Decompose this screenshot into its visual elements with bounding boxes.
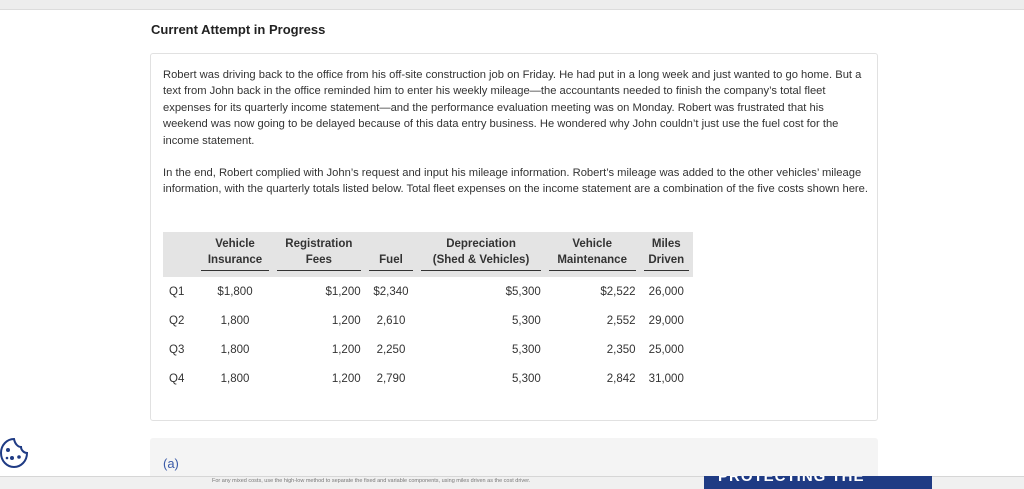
problem-paragraph-1: Robert was driving back to the office fr… bbox=[163, 69, 862, 147]
table-header-row: Vehicle Insurance Registration Fees Fuel D… bbox=[163, 232, 693, 277]
cell-maintenance: 2,842 bbox=[606, 372, 636, 385]
cost-table: Vehicle Insurance Registration Fees Fuel D… bbox=[163, 232, 693, 393]
header-text: Depreciation bbox=[446, 238, 516, 250]
header-text: Driven bbox=[648, 254, 685, 266]
cell-registration: 1,200 bbox=[331, 372, 361, 385]
header-depreciation: Depreciation (Shed & Vehicles) bbox=[417, 232, 544, 277]
problem-paragraph-2: In the end, Robert complied with John’s … bbox=[163, 167, 868, 196]
cell-depreciation: $5,300 bbox=[505, 285, 541, 298]
header-vehicle-insurance: Vehicle Insurance bbox=[197, 232, 273, 277]
row-label: Q1 bbox=[169, 285, 185, 298]
header-registration-fees: Registration Fees bbox=[273, 232, 365, 277]
header-text: Registration bbox=[285, 238, 353, 250]
cell-fuel: 2,790 bbox=[376, 372, 406, 385]
top-bar bbox=[0, 0, 1024, 10]
cell-insurance: 1,800 bbox=[220, 343, 250, 356]
cell-depreciation: 5,300 bbox=[512, 343, 541, 356]
table-row: Q4 1,800 1,200 2,790 5,300 2,842 31,000 bbox=[163, 364, 693, 393]
table-row: Q3 1,800 1,200 2,250 5,300 2,350 25,000 bbox=[163, 335, 693, 364]
banner-text: PROTECTING THE bbox=[718, 476, 865, 485]
row-label: Q2 bbox=[169, 314, 185, 327]
header-fuel: Fuel bbox=[365, 232, 418, 277]
cell-depreciation: 5,300 bbox=[512, 372, 541, 385]
header-text: Vehicle bbox=[572, 238, 612, 250]
cell-fuel: 2,250 bbox=[376, 343, 406, 356]
cell-maintenance: $2,522 bbox=[600, 285, 636, 298]
promo-banner[interactable]: PROTECTING THE bbox=[704, 476, 932, 489]
table-row: Q1 $1,800 $1,200 $2,340 $5,300 $2,522 26… bbox=[163, 277, 693, 306]
instruction-note: For any mixed costs, use the high-low me… bbox=[212, 478, 531, 484]
problem-card: Robert was driving back to the office fr… bbox=[150, 53, 878, 421]
page-title: Current Attempt in Progress bbox=[151, 22, 326, 37]
header-corner bbox=[163, 232, 197, 277]
cell-maintenance: 2,350 bbox=[606, 343, 636, 356]
header-text: Insurance bbox=[207, 254, 263, 266]
header-miles-driven: Miles Driven bbox=[640, 232, 693, 277]
cell-registration: 1,200 bbox=[331, 343, 361, 356]
header-text: Maintenance bbox=[557, 254, 627, 266]
cell-registration: 1,200 bbox=[331, 314, 361, 327]
cell-fuel: 2,610 bbox=[376, 314, 406, 327]
header-text: (Shed & Vehicles) bbox=[432, 254, 530, 266]
cell-miles: 29,000 bbox=[648, 314, 684, 327]
header-text: Fees bbox=[305, 254, 332, 266]
cell-registration: $1,200 bbox=[325, 285, 361, 298]
header-vehicle-maintenance: Vehicle Maintenance bbox=[545, 232, 640, 277]
cookie-settings-button[interactable] bbox=[0, 436, 29, 470]
cell-depreciation: 5,300 bbox=[512, 314, 541, 327]
cell-insurance: 1,800 bbox=[220, 372, 250, 385]
header-text: Miles bbox=[651, 238, 681, 250]
cell-miles: 31,000 bbox=[648, 372, 684, 385]
cell-insurance: $1,800 bbox=[217, 285, 253, 298]
header-text: Fuel bbox=[379, 254, 403, 266]
cell-fuel: $2,340 bbox=[373, 285, 409, 298]
cell-miles: 25,000 bbox=[648, 343, 684, 356]
cell-miles: 26,000 bbox=[648, 285, 684, 298]
cell-maintenance: 2,552 bbox=[606, 314, 636, 327]
cookie-icon bbox=[0, 437, 29, 469]
row-label: Q4 bbox=[169, 372, 185, 385]
row-label: Q3 bbox=[169, 343, 185, 356]
part-a-label: (a) bbox=[163, 456, 179, 471]
table-row: Q2 1,800 1,200 2,610 5,300 2,552 29,000 bbox=[163, 306, 693, 335]
cell-insurance: 1,800 bbox=[220, 314, 250, 327]
header-text: Vehicle bbox=[215, 238, 255, 250]
